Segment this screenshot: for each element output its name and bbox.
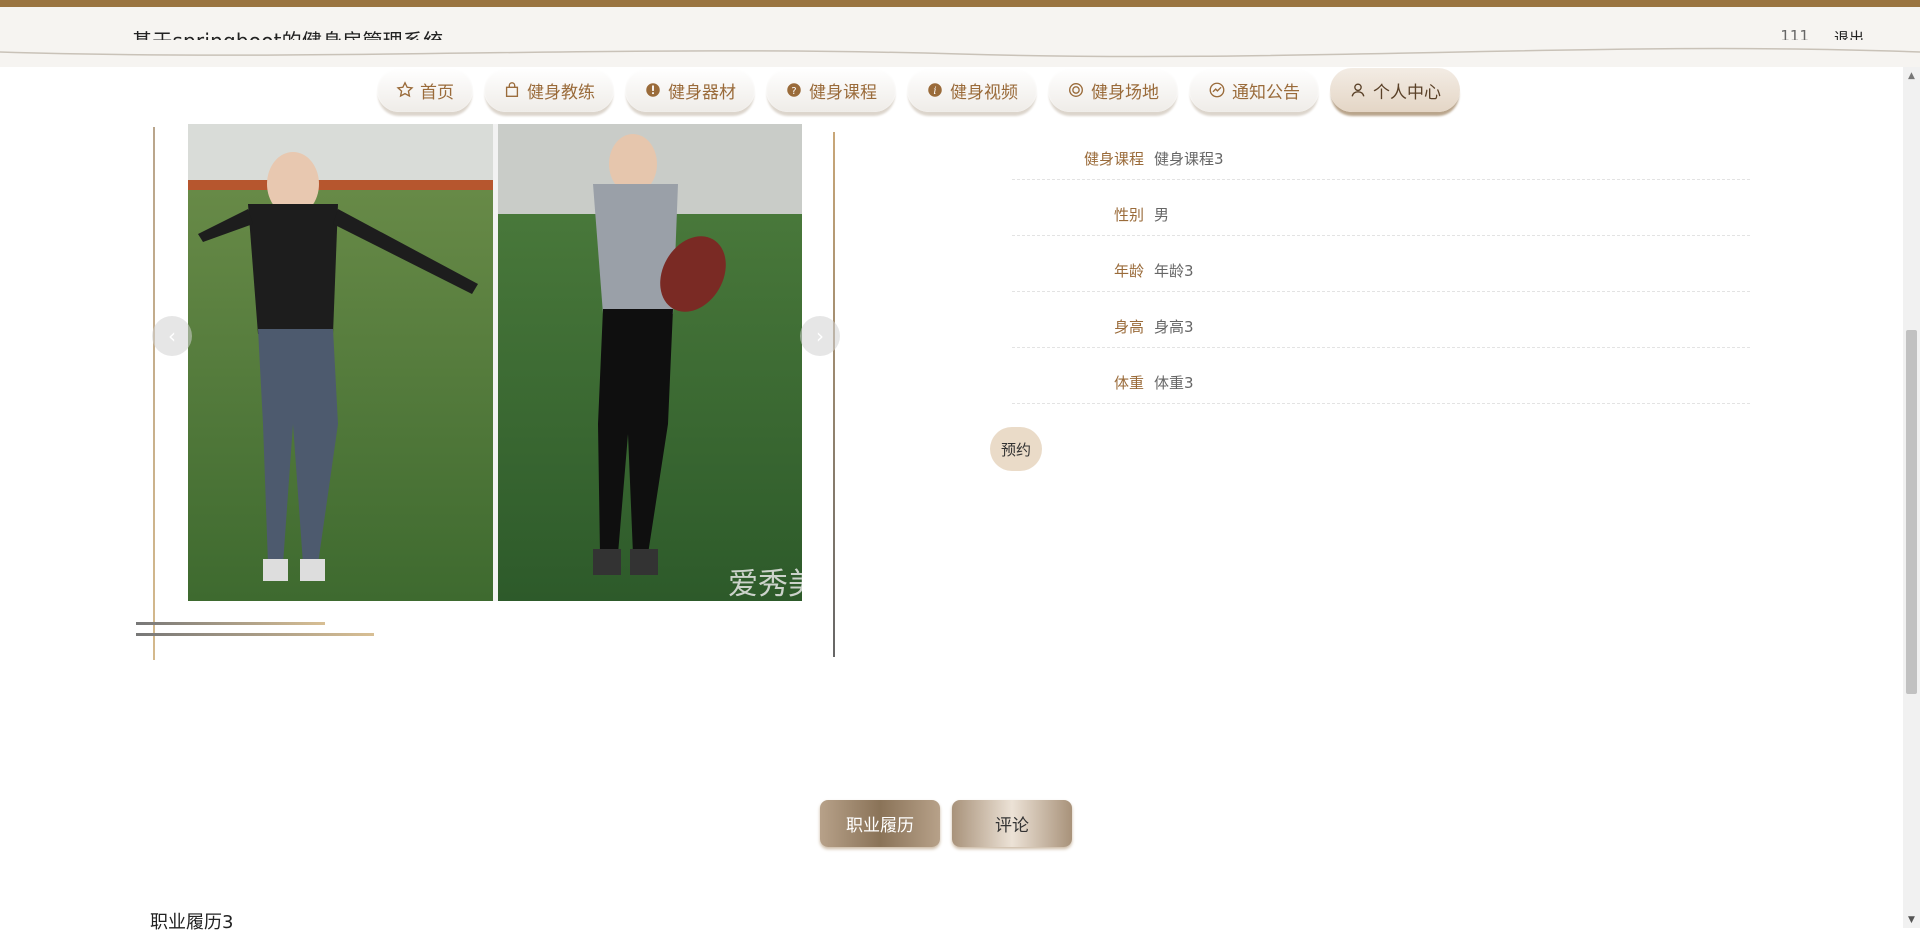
nav-equipment[interactable]: 健身器材 bbox=[625, 68, 755, 112]
info-icon: i bbox=[928, 83, 942, 97]
nav-profile[interactable]: 个人中心 bbox=[1330, 68, 1460, 112]
nav-home[interactable]: 首页 bbox=[377, 68, 473, 112]
frame-right-line bbox=[833, 132, 835, 657]
image-carousel: 爱秀美 ‹ › bbox=[136, 124, 840, 664]
coach-photo: 爱秀美 bbox=[188, 124, 802, 601]
main-nav: 首页 健身教练 健身器材 ? 健身课程 i 健身视频 健身场地 通知公告 个人中… bbox=[377, 68, 1460, 116]
detail-label: 身高 bbox=[1113, 318, 1144, 336]
detail-label: 体重 bbox=[1113, 374, 1144, 392]
bag-icon bbox=[505, 82, 519, 97]
nav-venue[interactable]: 健身场地 bbox=[1048, 68, 1178, 112]
chevron-right-icon: › bbox=[816, 324, 824, 348]
detail-row-weight: 体重 体重3 bbox=[1012, 348, 1750, 404]
nav-profile-label: 个人中心 bbox=[1373, 82, 1441, 103]
detail-label: 性别 bbox=[1113, 206, 1144, 224]
carousel-next-button[interactable]: › bbox=[800, 316, 840, 356]
question-icon: ? bbox=[787, 83, 801, 97]
detail-label: 年龄 bbox=[1113, 262, 1144, 280]
svg-text:i: i bbox=[933, 86, 936, 97]
detail-row-age: 年龄 年龄3 bbox=[1012, 236, 1750, 292]
carousel-prev-button[interactable]: ‹ bbox=[152, 316, 192, 356]
detail-value: 年龄3 bbox=[1154, 262, 1194, 280]
detail-row-height: 身高 身高3 bbox=[1012, 292, 1750, 348]
coach-details: 健身课程 健身课程3 性别 男 年龄 年龄3 身高 身高3 体重 体重3 bbox=[1012, 124, 1750, 404]
detail-row-gender: 性别 男 bbox=[1012, 180, 1750, 236]
frame-underline bbox=[136, 633, 374, 636]
detail-value: 健身课程3 bbox=[1154, 150, 1224, 168]
user-icon bbox=[1351, 83, 1365, 97]
resume-content: 职业履历3 bbox=[150, 912, 234, 933]
nav-coach-label: 健身教练 bbox=[527, 82, 595, 103]
detail-row-course: 健身课程 健身课程3 bbox=[1012, 124, 1750, 180]
frame-left-line bbox=[153, 127, 155, 660]
photo-watermark: 爱秀美 bbox=[728, 567, 802, 601]
scrollbar-thumb[interactable] bbox=[1906, 330, 1917, 694]
exclamation-icon bbox=[646, 83, 660, 97]
scroll-down-icon[interactable]: ▼ bbox=[1903, 911, 1920, 928]
nav-course[interactable]: ? 健身课程 bbox=[766, 68, 896, 112]
nav-venue-label: 健身场地 bbox=[1091, 82, 1159, 103]
detail-value: 身高3 bbox=[1154, 318, 1194, 336]
nav-notice-label: 通知公告 bbox=[1232, 82, 1300, 103]
nav-video[interactable]: i 健身视频 bbox=[907, 68, 1037, 112]
nav-video-label: 健身视频 bbox=[950, 82, 1018, 103]
header-wave-decoration bbox=[0, 40, 1920, 58]
tab-comment[interactable]: 评论 bbox=[952, 800, 1072, 847]
nav-equipment-label: 健身器材 bbox=[668, 82, 736, 103]
nav-course-label: 健身课程 bbox=[809, 82, 877, 103]
chevron-left-icon: ‹ bbox=[168, 324, 176, 348]
star-icon bbox=[396, 81, 414, 98]
trend-icon bbox=[1209, 82, 1225, 98]
detail-value: 体重3 bbox=[1154, 374, 1194, 392]
top-accent-stripe bbox=[0, 0, 1920, 7]
nav-notice[interactable]: 通知公告 bbox=[1189, 68, 1319, 112]
detail-value: 男 bbox=[1154, 206, 1170, 224]
target-icon bbox=[1069, 83, 1083, 97]
frame-underline bbox=[136, 622, 325, 625]
book-button[interactable]: 预约 bbox=[990, 427, 1042, 471]
svg-text:?: ? bbox=[791, 86, 796, 97]
detail-label: 健身课程 bbox=[1083, 150, 1144, 168]
nav-coach[interactable]: 健身教练 bbox=[484, 68, 614, 112]
scroll-up-icon[interactable]: ▲ bbox=[1903, 67, 1920, 84]
nav-home-label: 首页 bbox=[420, 82, 454, 103]
tab-resume[interactable]: 职业履历 bbox=[820, 800, 940, 847]
